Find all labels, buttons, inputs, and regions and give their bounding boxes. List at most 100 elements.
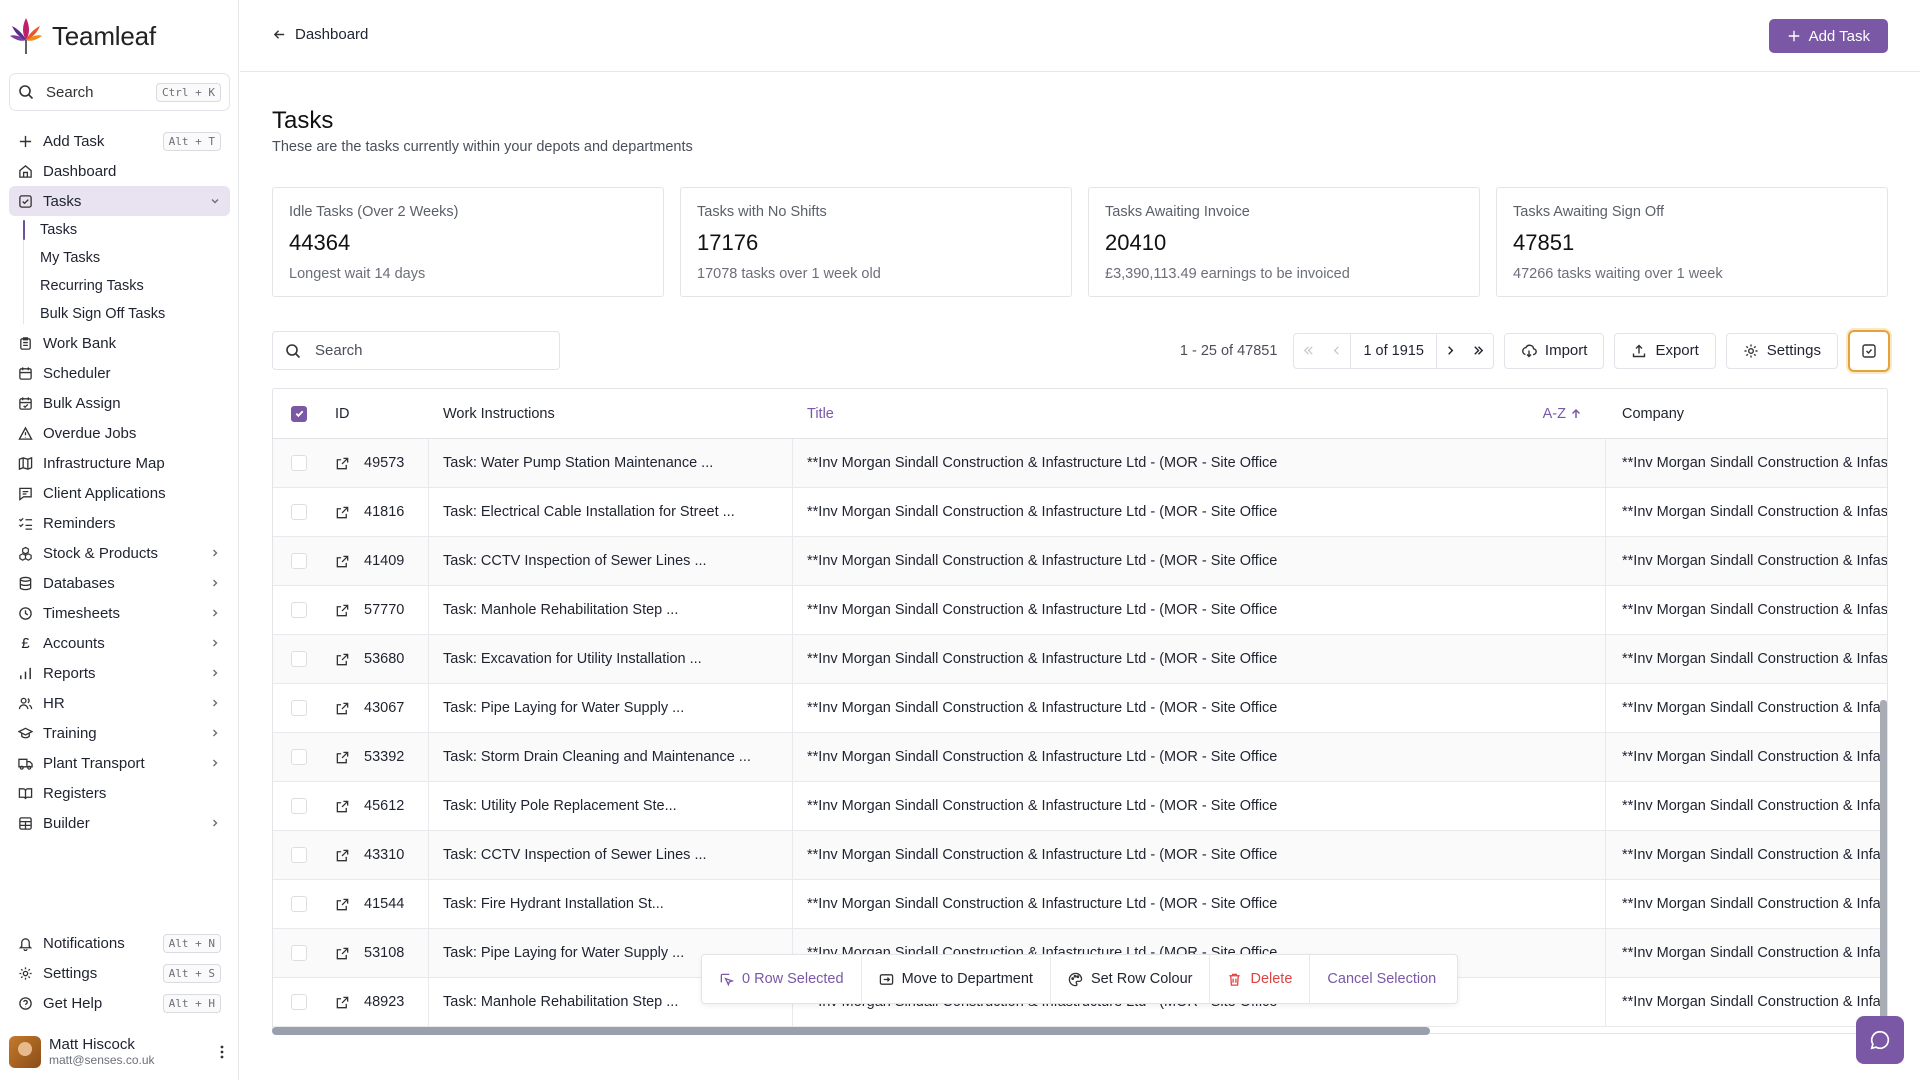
external-link-icon[interactable] [335, 554, 350, 569]
sidebar-item-stock-products[interactable]: Stock & Products [9, 538, 230, 568]
row-checkbox[interactable] [291, 504, 307, 520]
chat-support-button[interactable] [1856, 1016, 1904, 1064]
company-cell: **Inv Morgan Sindall Construction & Infa… [1622, 455, 1887, 471]
row-checkbox[interactable] [291, 553, 307, 569]
prev-page-button[interactable] [1322, 334, 1350, 368]
sidebar-item-infrastructure-map[interactable]: Infrastructure Map [9, 448, 230, 478]
row-checkbox[interactable] [291, 798, 307, 814]
row-checkbox[interactable] [291, 651, 307, 667]
table-row[interactable]: 53392 Task: Storm Drain Cleaning and Main… [273, 733, 1887, 782]
stat-card-awaiting-invoice[interactable]: Tasks Awaiting Invoice 20410 £3,390,113.… [1088, 187, 1480, 297]
table-row[interactable]: 41409 Task: CCTV Inspection of Sewer Line… [273, 537, 1887, 586]
table-row[interactable]: 57770 Task: Manhole Rehabilitation Step .… [273, 586, 1887, 635]
sidebar-item-work-bank[interactable]: Work Bank [9, 328, 230, 358]
sidebar-search[interactable]: Search Ctrl + K [9, 73, 230, 111]
move-to-department-button[interactable]: Move to Department [862, 955, 1051, 1003]
horizontal-scrollbar[interactable] [272, 1027, 1430, 1035]
sidebar-item-timesheets[interactable]: Timesheets [9, 598, 230, 628]
sidebar-item-reports[interactable]: Reports [9, 658, 230, 688]
back-to-dashboard-link[interactable]: Dashboard [272, 26, 368, 43]
external-link-icon[interactable] [335, 897, 350, 912]
header-work-instructions[interactable]: Work Instructions [429, 406, 793, 422]
cancel-selection-button[interactable]: Cancel Selection [1310, 955, 1453, 1003]
stat-card-awaiting-sign-off[interactable]: Tasks Awaiting Sign Off 47851 47266 task… [1496, 187, 1888, 297]
sidebar-item-accounts[interactable]: £ Accounts [9, 628, 230, 658]
sidebar-subitem-recurring-tasks[interactable]: Recurring Tasks [23, 272, 230, 300]
external-link-icon[interactable] [335, 799, 350, 814]
add-task-button[interactable]: Add Task [1768, 19, 1888, 53]
sidebar-item-get-help[interactable]: Get Help Alt + H [9, 988, 230, 1018]
selection-mode-toggle[interactable] [1848, 329, 1890, 372]
row-checkbox[interactable] [291, 455, 307, 471]
select-all-checkbox[interactable] [291, 405, 307, 422]
sidebar-item-overdue-jobs[interactable]: Overdue Jobs [9, 418, 230, 448]
sidebar-item-tasks[interactable]: Tasks [9, 186, 230, 216]
table-search[interactable] [272, 331, 560, 370]
sidebar-item-registers[interactable]: Registers [9, 778, 230, 808]
table-row[interactable]: 43067 Task: Pipe Laying for Water Supply … [273, 684, 1887, 733]
app-logo[interactable]: Teamleaf [10, 16, 156, 56]
sidebar-item-scheduler[interactable]: Scheduler [9, 358, 230, 388]
sidebar-item-client-applications[interactable]: Client Applications [9, 478, 230, 508]
table-row[interactable]: 41816 Task: Electrical Cable Installation… [273, 488, 1887, 537]
external-link-icon[interactable] [335, 848, 350, 863]
header-title[interactable]: Title A-Z [793, 406, 1606, 422]
table-row[interactable]: 41544 Task: Fire Hydrant Installation St.… [273, 880, 1887, 929]
sidebar-item-databases[interactable]: Databases [9, 568, 230, 598]
sidebar-item-plant-transport[interactable]: Plant Transport [9, 748, 230, 778]
external-link-icon[interactable] [335, 603, 350, 618]
row-checkbox[interactable] [291, 945, 307, 961]
next-page-button[interactable] [1437, 334, 1465, 368]
sidebar-item-hr[interactable]: HR [9, 688, 230, 718]
table-body: 49573 Task: Water Pump Station Maintenanc… [273, 439, 1887, 1027]
sidebar-subitem-bulk-sign-off[interactable]: Bulk Sign Off Tasks [23, 300, 230, 328]
row-checkbox[interactable] [291, 749, 307, 765]
row-checkbox[interactable] [291, 847, 307, 863]
company-cell: **Inv Morgan Sindall Construction & Infa… [1622, 504, 1887, 520]
table-row[interactable]: 43310 Task: CCTV Inspection of Sewer Line… [273, 831, 1887, 880]
cancel-label: Cancel Selection [1327, 971, 1437, 987]
external-link-icon[interactable] [335, 995, 350, 1010]
table-search-input[interactable] [315, 342, 535, 359]
row-checkbox[interactable] [291, 602, 307, 618]
table-row[interactable]: 45612 Task: Utility Pole Replacement Ste.… [273, 782, 1887, 831]
sidebar-item-label: Plant Transport [43, 754, 145, 772]
external-link-icon[interactable] [335, 456, 350, 471]
sidebar-subitem-tasks[interactable]: Tasks [23, 216, 230, 244]
header-company[interactable]: Company [1606, 406, 1887, 422]
external-link-icon[interactable] [335, 505, 350, 520]
vertical-scrollbar[interactable] [1880, 700, 1887, 1030]
sidebar-item-notifications[interactable]: Notifications Alt + N [9, 928, 230, 958]
stat-card-no-shifts[interactable]: Tasks with No Shifts 17176 17078 tasks o… [680, 187, 1072, 297]
row-checkbox[interactable] [291, 896, 307, 912]
table-settings-button[interactable]: Settings [1725, 332, 1838, 369]
rows-selected-indicator[interactable]: 0 Row Selected [702, 955, 862, 1003]
row-checkbox[interactable] [291, 700, 307, 716]
sidebar-item-settings[interactable]: Settings Alt + S [9, 958, 230, 988]
first-page-button[interactable] [1294, 334, 1322, 368]
sort-indicator[interactable]: A-Z [1543, 406, 1582, 422]
row-checkbox[interactable] [291, 994, 307, 1010]
export-button[interactable]: Export [1614, 332, 1716, 369]
last-page-button[interactable] [1465, 334, 1493, 368]
external-link-icon[interactable] [335, 652, 350, 667]
delete-button[interactable]: Delete [1210, 955, 1311, 1003]
sidebar-item-dashboard[interactable]: Dashboard [9, 156, 230, 186]
import-button[interactable]: Import [1503, 332, 1605, 369]
external-link-icon[interactable] [335, 946, 350, 961]
more-vertical-icon[interactable] [214, 1044, 230, 1060]
sidebar-item-builder[interactable]: Builder [9, 808, 230, 838]
sidebar-item-training[interactable]: Training [9, 718, 230, 748]
table-row[interactable]: 53680 Task: Excavation for Utility Instal… [273, 635, 1887, 684]
user-profile[interactable]: Matt Hiscock matt@senses.co.uk [9, 1033, 230, 1071]
table-row[interactable]: 49573 Task: Water Pump Station Maintenanc… [273, 439, 1887, 488]
set-row-colour-button[interactable]: Set Row Colour [1051, 955, 1211, 1003]
external-link-icon[interactable] [335, 750, 350, 765]
sidebar-item-bulk-assign[interactable]: Bulk Assign [9, 388, 230, 418]
header-id[interactable]: ID [325, 406, 429, 422]
sidebar-item-reminders[interactable]: Reminders [9, 508, 230, 538]
stat-card-idle-tasks[interactable]: Idle Tasks (Over 2 Weeks) 44364 Longest … [272, 187, 664, 297]
sidebar-subitem-my-tasks[interactable]: My Tasks [23, 244, 230, 272]
sidebar-item-add-task[interactable]: Add Task Alt + T [9, 126, 230, 156]
external-link-icon[interactable] [335, 701, 350, 716]
